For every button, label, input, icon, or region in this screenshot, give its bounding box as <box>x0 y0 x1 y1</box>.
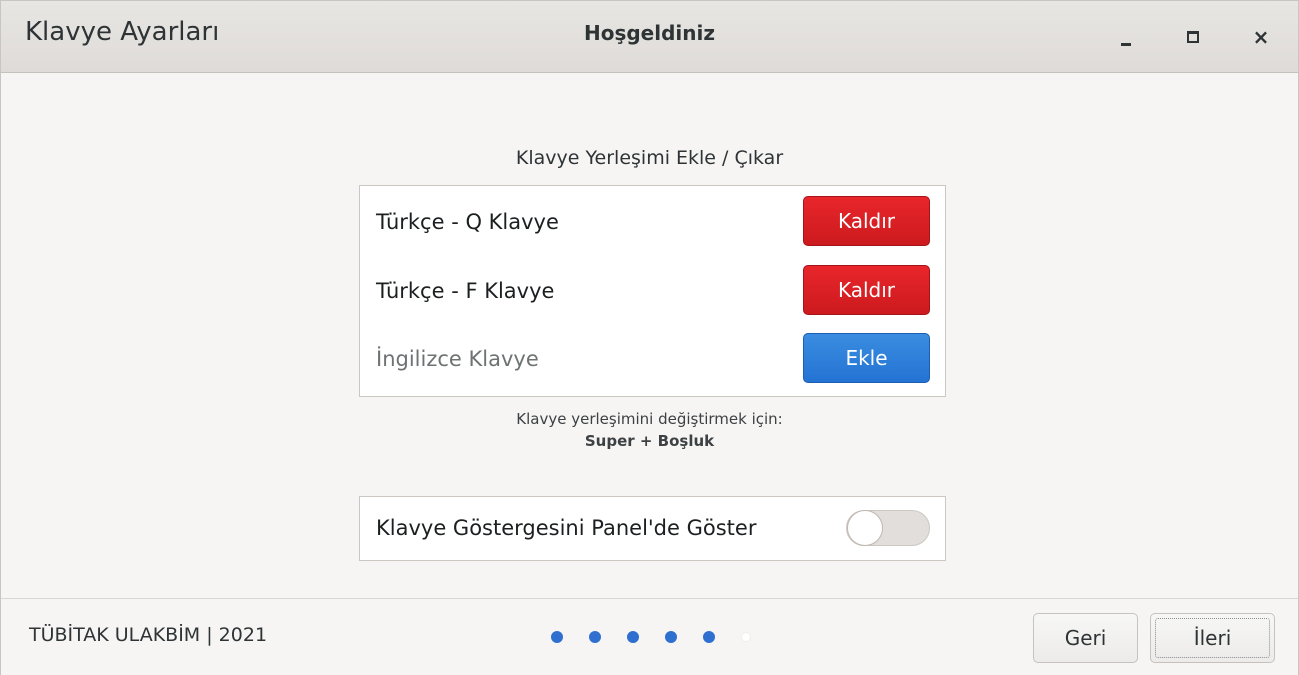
layout-row: İngilizce Klavye Ekle <box>360 333 945 385</box>
window-close-icon: × <box>1252 25 1270 49</box>
shortcut-keys: Super + Boşluk <box>584 432 715 450</box>
section-title: Klavye Yerleşimi Ekle / Çıkar <box>515 147 784 169</box>
layout-label: Türkçe - Q Klavye <box>376 210 559 234</box>
next-button[interactable]: İleri <box>1150 613 1275 663</box>
close-button[interactable]: × <box>1243 19 1279 55</box>
page-dot <box>589 631 601 643</box>
remove-layout-button[interactable]: Kaldır <box>803 196 930 246</box>
layout-row: Türkçe - F Klavye Kaldır <box>360 265 945 317</box>
minimize-button[interactable] <box>1108 19 1144 55</box>
page-dot <box>627 631 639 643</box>
page-dot <box>703 631 715 643</box>
indicator-toggle-label: Klavye Göstergesini Panel'de Göster <box>376 516 757 540</box>
layout-row: Türkçe - Q Klavye Kaldır <box>360 196 945 248</box>
page-title: Hoşgeldiniz <box>583 21 716 45</box>
indicator-setting: Klavye Göstergesini Panel'de Göster <box>359 496 946 561</box>
remove-layout-button[interactable]: Kaldır <box>803 265 930 315</box>
layout-list: Türkçe - Q Klavye Kaldır Türkçe - F Klav… <box>359 185 946 397</box>
focus-ring <box>1155 618 1270 658</box>
maximize-button[interactable] <box>1175 19 1211 55</box>
shortcut-hint: Klavye yerleşimini değiştirmek için: Sup… <box>1 408 1298 452</box>
indicator-toggle-switch[interactable] <box>846 510 930 546</box>
titlebar[interactable]: Klavye Ayarları Hoşgeldiniz × <box>1 1 1298 73</box>
page-dot <box>551 631 563 643</box>
page-indicator <box>551 631 777 643</box>
shortcut-hint-text: Klavye yerleşimini değiştirmek için: <box>516 410 783 428</box>
main-window: Klavye Ayarları Hoşgeldiniz × Klavye Yer… <box>0 0 1299 675</box>
add-layout-button[interactable]: Ekle <box>803 333 930 383</box>
window-maximize-icon <box>1187 31 1199 43</box>
window-minimize-icon <box>1121 42 1131 46</box>
footer: TÜBİTAK ULAKBİM | 2021 Geri İleri <box>1 598 1298 675</box>
layout-label: Türkçe - F Klavye <box>376 279 555 303</box>
page-dot <box>741 632 751 642</box>
layout-label: İngilizce Klavye <box>376 347 539 371</box>
page-dot <box>665 631 677 643</box>
footer-org-label: TÜBİTAK ULAKBİM | 2021 <box>29 624 268 646</box>
back-button[interactable]: Geri <box>1033 613 1138 663</box>
switch-knob <box>847 510 883 546</box>
